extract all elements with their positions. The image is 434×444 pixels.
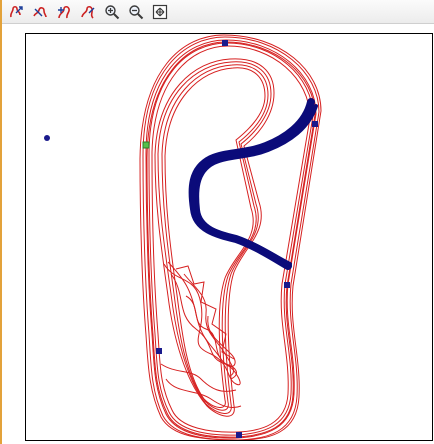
zoom-in-button[interactable] [102, 2, 121, 21]
track-tool-3-icon [57, 5, 70, 18]
toolbar [2, 0, 434, 24]
zoom-out-icon [128, 4, 143, 19]
track-tool-2-button[interactable] [30, 2, 49, 21]
map-canvas[interactable] [2, 24, 434, 444]
marker-left-lower[interactable] [156, 348, 162, 354]
fit-view-button[interactable] [150, 2, 169, 21]
track-plot-frame[interactable] [25, 33, 433, 441]
marker-top[interactable] [222, 40, 228, 46]
map-viewer-window [0, 0, 434, 444]
track-tool-2-icon [32, 6, 47, 17]
isolated-point[interactable] [44, 135, 50, 141]
track-tool-1-icon [9, 5, 23, 17]
zoom-out-button[interactable] [126, 2, 145, 21]
fit-view-icon [152, 4, 167, 19]
track-tool-1-button[interactable] [6, 2, 25, 21]
marker-bottom[interactable] [236, 432, 242, 438]
track-tool-3-button[interactable] [54, 2, 73, 21]
marker-right-upper[interactable] [312, 121, 318, 127]
zoom-in-icon [104, 4, 119, 19]
track-tool-4-icon [80, 5, 94, 19]
track-tool-4-button[interactable] [78, 2, 97, 21]
track-plot[interactable] [26, 34, 432, 440]
marker-right-lower[interactable] [284, 282, 290, 288]
start-marker[interactable] [142, 141, 150, 149]
